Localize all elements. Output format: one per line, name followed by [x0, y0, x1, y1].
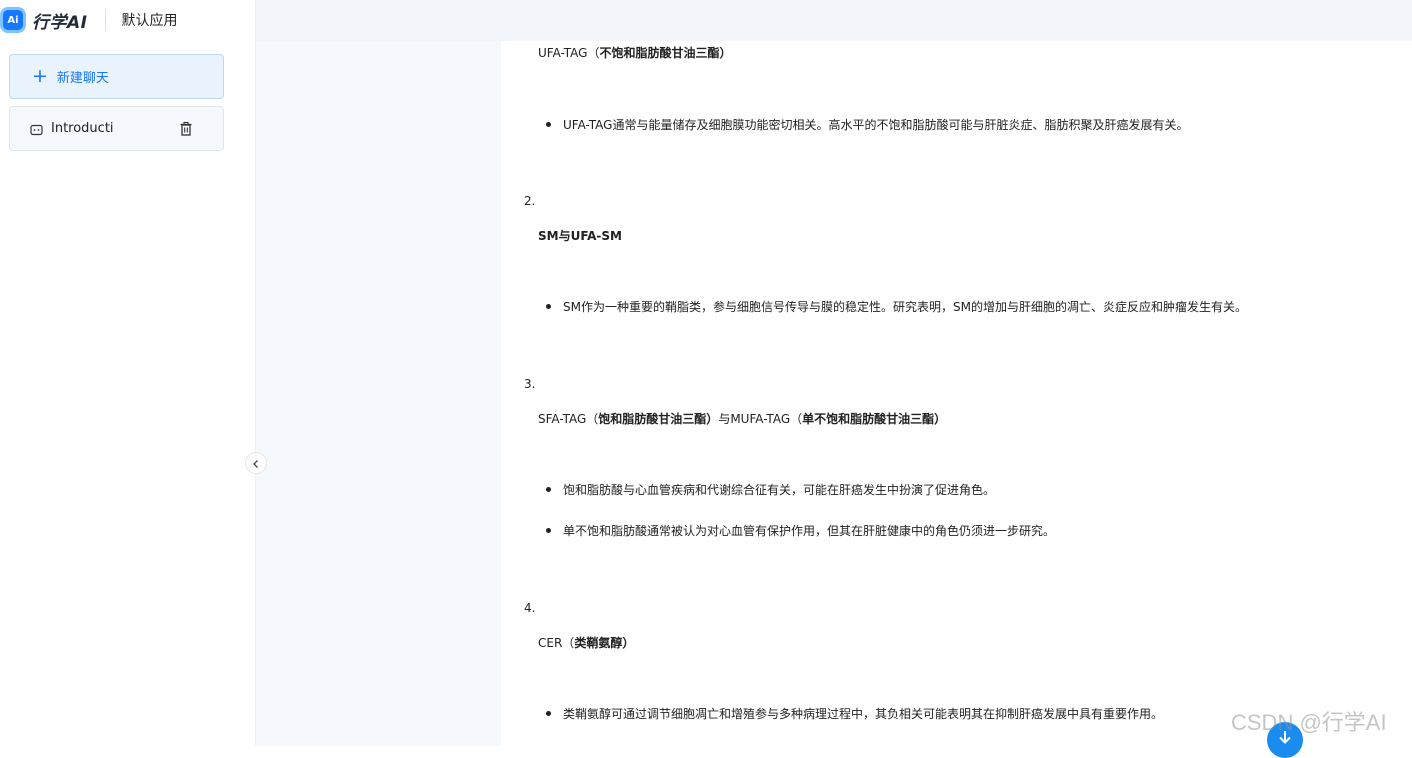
heading-bold-text: 饱和脂肪酸甘油三酯） — [598, 412, 719, 426]
trash-icon[interactable] — [178, 121, 194, 137]
heading-text: 与MUFA-TAG（ — [718, 412, 803, 426]
new-chat-button[interactable]: + 新建聊天 — [9, 54, 224, 99]
heading-bold-text: 类鞘氨醇） — [574, 636, 635, 650]
main-area: UFA-TAG（不饱和脂肪酸甘油三酯） UFA-TAG通常与能量储存及细胞膜功能… — [245, 0, 1412, 758]
list-number: 3. — [524, 377, 536, 391]
collapse-sidebar-button[interactable] — [245, 452, 267, 474]
conversation-item[interactable]: Introducti — [9, 106, 224, 151]
watermark: CSDN @行学AI — [1231, 710, 1387, 735]
chevron-left-icon — [251, 454, 261, 473]
list-number: 4. — [524, 601, 536, 615]
list-item: UFA-TAG通常与能量储存及细胞膜功能密切相关。高水平的不饱和脂肪酸可能与肝脏… — [546, 116, 1188, 133]
section-heading: SM与UFA-SM — [538, 227, 622, 244]
heading-text: CER（ — [538, 636, 575, 650]
top-bar — [256, 0, 1412, 41]
heading-bold-text: 单不饱和脂肪酸甘油三酯） — [802, 412, 947, 426]
logo-icon: Ai — [0, 7, 26, 33]
list-number: 2. — [524, 194, 536, 208]
plus-icon: + — [32, 65, 48, 87]
list-item: 类鞘氨醇可通过调节细胞凋亡和增殖参与多种病理过程中，其负相关可能表明其在抑制肝癌… — [546, 705, 1163, 722]
logo-text: 行学AI — [32, 12, 88, 33]
heading-bold-text: 不饱和脂肪酸甘油三酯） — [599, 46, 732, 60]
brand-header: Ai 行学AI 默认应用 — [0, 4, 177, 36]
section-heading: CER（类鞘氨醇） — [538, 634, 634, 651]
heading-bold-text: SM与UFA-SM — [538, 229, 623, 243]
heading-text: SFA-TAG（ — [538, 412, 599, 426]
new-chat-label: 新建聊天 — [56, 71, 109, 86]
list-item: SM作为一种重要的鞘脂类，参与细胞信号传导与膜的稳定性。研究表明，SM的增加与肝… — [546, 298, 1247, 315]
list-item: 单不饱和脂肪酸通常被认为对心血管有保护作用，但其在肝脏健康中的角色仍须进一步研究… — [546, 522, 1055, 539]
conversation-title: Introducti — [51, 121, 114, 136]
chat-bubble-icon — [30, 122, 43, 136]
section-heading: SFA-TAG（饱和脂肪酸甘油三酯）与MUFA-TAG（单不饱和脂肪酸甘油三酯） — [538, 410, 946, 427]
list-item: 饱和脂肪酸与心血管疾病和代谢综合征有关，可能在肝癌发生中扮演了促进角色。 — [546, 481, 995, 498]
app-name[interactable]: 默认应用 — [121, 10, 177, 30]
section-heading: UFA-TAG（不饱和脂肪酸甘油三酯） — [538, 44, 731, 61]
heading-text: UFA-TAG（ — [538, 46, 600, 60]
sidebar: Ai 行学AI 默认应用 + 新建聊天 Introducti — [0, 0, 256, 746]
brand-divider — [105, 9, 107, 31]
chat-message-content: UFA-TAG（不饱和脂肪酸甘油三酯） UFA-TAG通常与能量储存及细胞膜功能… — [501, 41, 1412, 746]
